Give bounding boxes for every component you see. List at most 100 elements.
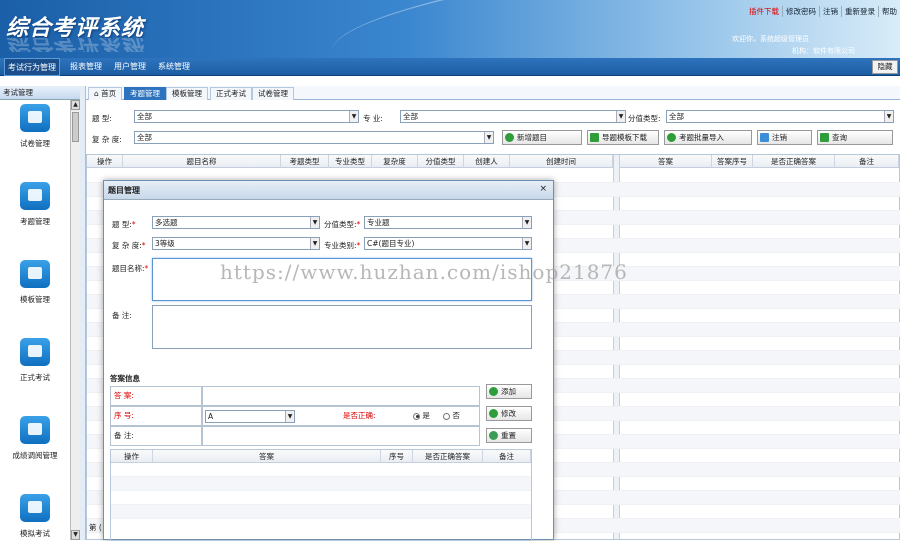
- query-button[interactable]: 查询: [817, 130, 893, 145]
- query-icon: [820, 133, 829, 142]
- dialog-score-type-select[interactable]: 专业题 ▼: [364, 216, 532, 229]
- dialog-type-label: 题 型:*: [112, 220, 136, 229]
- dialog-complexity-label: 复 杂 度:*: [112, 241, 146, 250]
- column-header[interactable]: 是否正确答案: [753, 155, 835, 168]
- dialog-title: 题目管理: [104, 181, 553, 200]
- sidebar-item-mock[interactable]: 模拟考试: [0, 494, 70, 539]
- template-download-button[interactable]: 导题模板下载: [587, 130, 659, 145]
- column-header[interactable]: 题目名称: [123, 155, 281, 168]
- dialog-major-select[interactable]: C#(题目专业) ▼: [364, 237, 532, 250]
- answer-section-title: 答案信息: [110, 374, 140, 383]
- table-row: [111, 505, 531, 519]
- edit-answer-button[interactable]: 修改: [486, 406, 532, 421]
- column-header[interactable]: 操作: [111, 450, 153, 463]
- column-header[interactable]: 备注: [483, 450, 531, 463]
- note-input[interactable]: [202, 426, 480, 446]
- sidebar: [0, 86, 80, 540]
- table-row: [111, 491, 531, 505]
- score-icon: [20, 416, 50, 444]
- answer-input[interactable]: [202, 386, 480, 406]
- batch-import-button[interactable]: 考题批量导入: [664, 130, 752, 145]
- reset-answer-button[interactable]: 重置: [486, 428, 532, 443]
- remark-textarea[interactable]: [152, 305, 532, 349]
- column-header[interactable]: 复杂度: [372, 155, 418, 168]
- column-header[interactable]: 专业类型: [329, 155, 372, 168]
- menu-users[interactable]: 用户管理: [111, 58, 149, 76]
- add-icon: [489, 387, 498, 396]
- scroll-down-icon[interactable]: ▼: [71, 530, 80, 540]
- scroll-thumb[interactable]: [72, 112, 79, 142]
- dialog-remark-label: 备 注:: [112, 311, 132, 320]
- mock-exam-icon: [20, 494, 50, 522]
- cancel-button[interactable]: 注销: [757, 130, 812, 145]
- add-answer-button[interactable]: 添加: [486, 384, 532, 399]
- hide-button[interactable]: 隐藏: [872, 60, 898, 74]
- sidebar-item-label: 正式考试: [20, 373, 50, 382]
- relogin-link[interactable]: 重新登录: [841, 6, 878, 17]
- template-icon: [20, 260, 50, 288]
- chevron-down-icon: ▼: [884, 111, 893, 122]
- chevron-down-icon: ▼: [522, 217, 531, 228]
- sidebar-item-questions[interactable]: 考题管理: [0, 182, 70, 227]
- filter-score-type-label: 分值类型:: [628, 114, 661, 123]
- logout-link[interactable]: 注销: [819, 6, 841, 17]
- tab-formal-exam[interactable]: 正式考试: [210, 87, 252, 100]
- plugin-download-link[interactable]: 插件下载: [746, 6, 782, 17]
- watermark: https://www.huzhan.com/ishop21876: [220, 260, 628, 284]
- chevron-down-icon: ▼: [310, 238, 319, 249]
- seq-select[interactable]: A ▼: [205, 410, 295, 423]
- change-password-link[interactable]: 修改密码: [782, 6, 819, 17]
- sidebar-title: 考试管理: [0, 86, 80, 100]
- dialog-type-select[interactable]: 多选题 ▼: [152, 216, 320, 229]
- filter-score-type-select[interactable]: 全部 ▼: [666, 110, 894, 123]
- tab-home[interactable]: ⌂ 首页: [88, 87, 123, 100]
- filter-major-select[interactable]: 全部 ▼: [400, 110, 626, 123]
- correct-yes-option[interactable]: 是: [413, 407, 430, 425]
- dialog-score-type-label: 分值类型:*: [324, 220, 361, 229]
- column-header[interactable]: 答案: [620, 155, 712, 168]
- filter-type-label: 题 型:: [92, 114, 112, 123]
- column-header[interactable]: 备注: [835, 155, 899, 168]
- exam-icon: [20, 338, 50, 366]
- tab-template-management[interactable]: 模板管理: [166, 87, 208, 100]
- help-link[interactable]: 帮助: [878, 6, 900, 17]
- radio-yes-icon[interactable]: [413, 412, 420, 420]
- menu-exam-behavior[interactable]: 考试行为管理: [4, 58, 60, 76]
- pager-text: 第 (: [89, 523, 102, 532]
- sidebar-item-score[interactable]: 成绩调阅管理: [0, 416, 70, 461]
- column-header[interactable]: 考题类型: [281, 155, 329, 168]
- column-header[interactable]: 创建人: [464, 155, 510, 168]
- tab-question-management[interactable]: 考题管理: [124, 87, 166, 100]
- column-header[interactable]: 创建时间: [510, 155, 613, 168]
- chevron-down-icon: ▼: [310, 217, 319, 228]
- filter-complexity-select[interactable]: 全部 ▼: [134, 131, 494, 144]
- filter-type-select[interactable]: 全部 ▼: [134, 110, 359, 123]
- menu-system[interactable]: 系统管理: [155, 58, 193, 76]
- tab-paper-management[interactable]: 试卷管理: [252, 87, 294, 100]
- tab-bar: ⌂ 首页 考题管理 模板管理 正式考试 试卷管理: [86, 86, 900, 100]
- column-header[interactable]: 序号: [381, 450, 413, 463]
- radio-no-icon[interactable]: [443, 412, 450, 420]
- menu-reports[interactable]: 报表管理: [67, 58, 105, 76]
- column-header[interactable]: 答案: [153, 450, 381, 463]
- sidebar-item-paper[interactable]: 试卷管理: [0, 104, 70, 149]
- scroll-up-icon[interactable]: ▲: [71, 100, 80, 110]
- correct-no-option[interactable]: 否: [443, 407, 460, 425]
- paper-icon: [20, 104, 50, 132]
- close-icon[interactable]: ×: [539, 184, 547, 194]
- column-header[interactable]: 分值类型: [418, 155, 464, 168]
- sidebar-item-exam[interactable]: 正式考试: [0, 338, 70, 383]
- main-menu: 考试行为管理 报表管理 用户管理 系统管理: [0, 58, 900, 76]
- seq-row: A ▼ 是否正确: 是 否: [202, 406, 480, 426]
- sidebar-item-label: 成绩调阅管理: [12, 451, 58, 460]
- sidebar-item-label: 模板管理: [20, 295, 50, 304]
- sidebar-item-template[interactable]: 模板管理: [0, 260, 70, 305]
- dialog-complexity-select[interactable]: 3等级 ▼: [152, 237, 320, 250]
- column-header[interactable]: 操作: [87, 155, 123, 168]
- org-text: 机构：软件有限公司: [792, 47, 855, 55]
- column-header[interactable]: 答案序号: [712, 155, 753, 168]
- new-question-button[interactable]: 新增题目: [502, 130, 582, 145]
- column-header[interactable]: 是否正确答案: [413, 450, 483, 463]
- sidebar-scrollbar[interactable]: ▲ ▼: [70, 100, 80, 540]
- table-row: [111, 477, 531, 491]
